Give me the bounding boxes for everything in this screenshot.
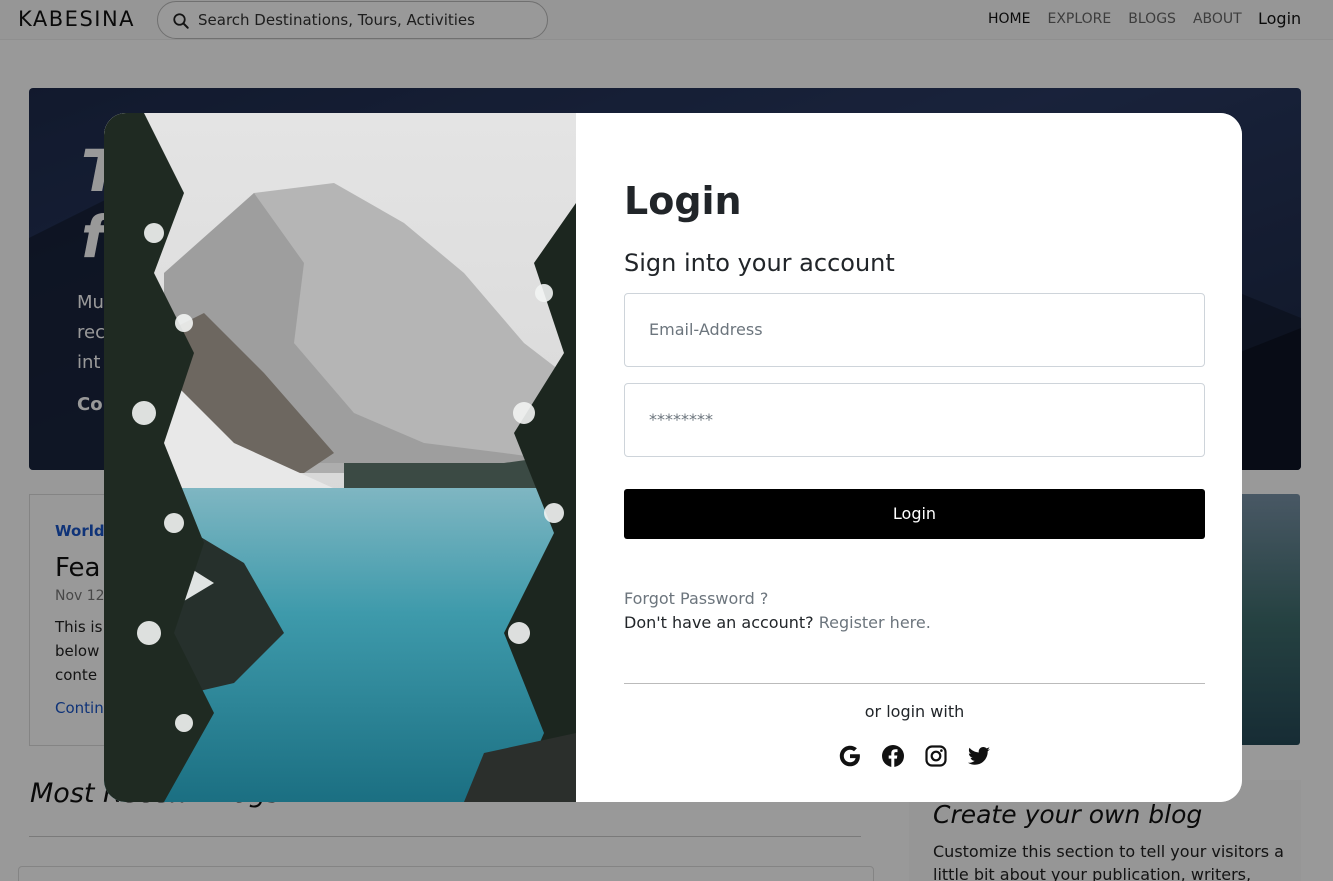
or-login-with-text: or login with <box>864 702 965 721</box>
google-icon[interactable] <box>838 744 862 768</box>
twitter-icon[interactable] <box>967 744 991 768</box>
login-form: Login Sign into your account Email-Addre… <box>576 113 1242 802</box>
no-account-text: Don't have an account? <box>624 613 814 632</box>
forgot-password-link[interactable]: Forgot Password ? <box>624 589 768 608</box>
login-modal: Login Sign into your account Email-Addre… <box>104 113 1242 802</box>
email-placeholder: Email-Address <box>649 320 763 339</box>
social-login-icons <box>838 744 991 768</box>
login-button[interactable]: Login <box>624 489 1205 539</box>
password-field[interactable]: ******** <box>624 383 1205 457</box>
divider <box>624 683 1205 684</box>
facebook-icon[interactable] <box>881 744 905 768</box>
mountain-lake-image <box>104 113 576 802</box>
register-link[interactable]: Register here. <box>819 613 931 632</box>
register-prompt: Don't have an account? Register here. <box>624 613 931 632</box>
password-placeholder: ******** <box>649 410 713 429</box>
login-title: Login <box>624 179 742 223</box>
email-field[interactable]: Email-Address <box>624 293 1205 367</box>
instagram-icon[interactable] <box>924 744 948 768</box>
login-subtitle: Sign into your account <box>624 249 895 277</box>
